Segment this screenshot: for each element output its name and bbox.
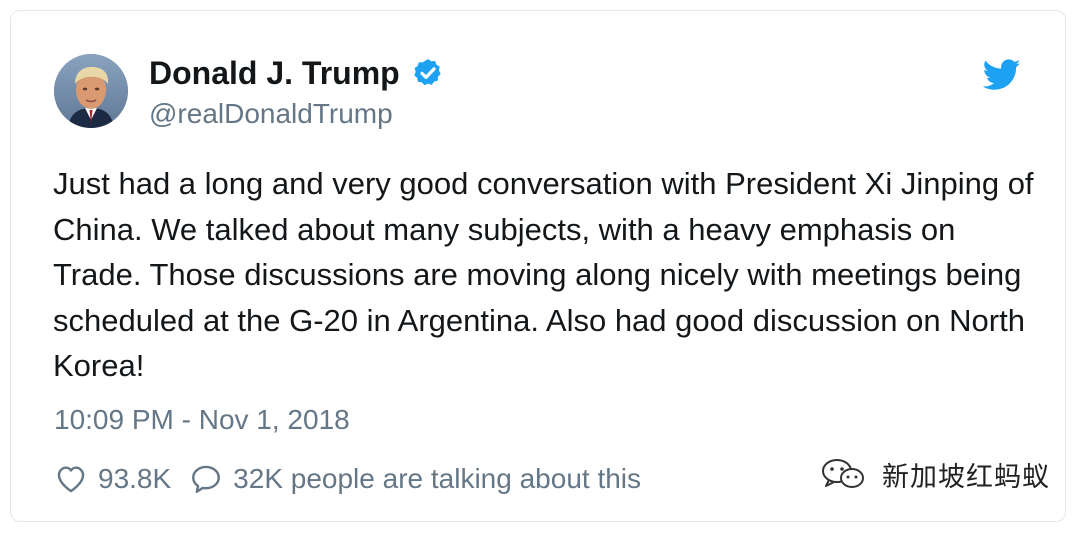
author-display-name[interactable]: Donald J. Trump (149, 51, 400, 95)
watermark: 新加坡红蚂蚁 (818, 455, 1050, 493)
like-button[interactable]: 93.8K (54, 462, 171, 496)
watermark-text: 新加坡红蚂蚁 (882, 461, 1050, 493)
avatar[interactable] (54, 54, 128, 128)
like-count: 93.8K (98, 463, 172, 494)
tweet-timestamp[interactable]: 10:09 PM - Nov 1, 2018 (54, 401, 350, 439)
twitter-bird-icon[interactable] (983, 59, 1021, 91)
conversation-link[interactable]: 32K people are talking about this (189, 462, 641, 496)
verified-badge-icon (413, 59, 441, 86)
author-name-row[interactable]: Donald J. Trump (149, 51, 444, 95)
avatar-portrait-icon (54, 54, 128, 128)
speech-bubble-icon (192, 465, 221, 493)
tweet-actions: 93.8K 32K people are talking about this (54, 459, 641, 499)
wechat-logo-icon (822, 459, 864, 488)
author-handle[interactable]: @realDonaldTrump (149, 95, 393, 133)
heart-outline-icon (57, 466, 85, 493)
tweet-card: Donald J. Trump @realDonaldTrump Just ha… (10, 10, 1066, 522)
conversation-label: 32K people are talking about this (233, 463, 642, 494)
tweet-text: Just had a long and very good conversati… (53, 166, 1034, 383)
